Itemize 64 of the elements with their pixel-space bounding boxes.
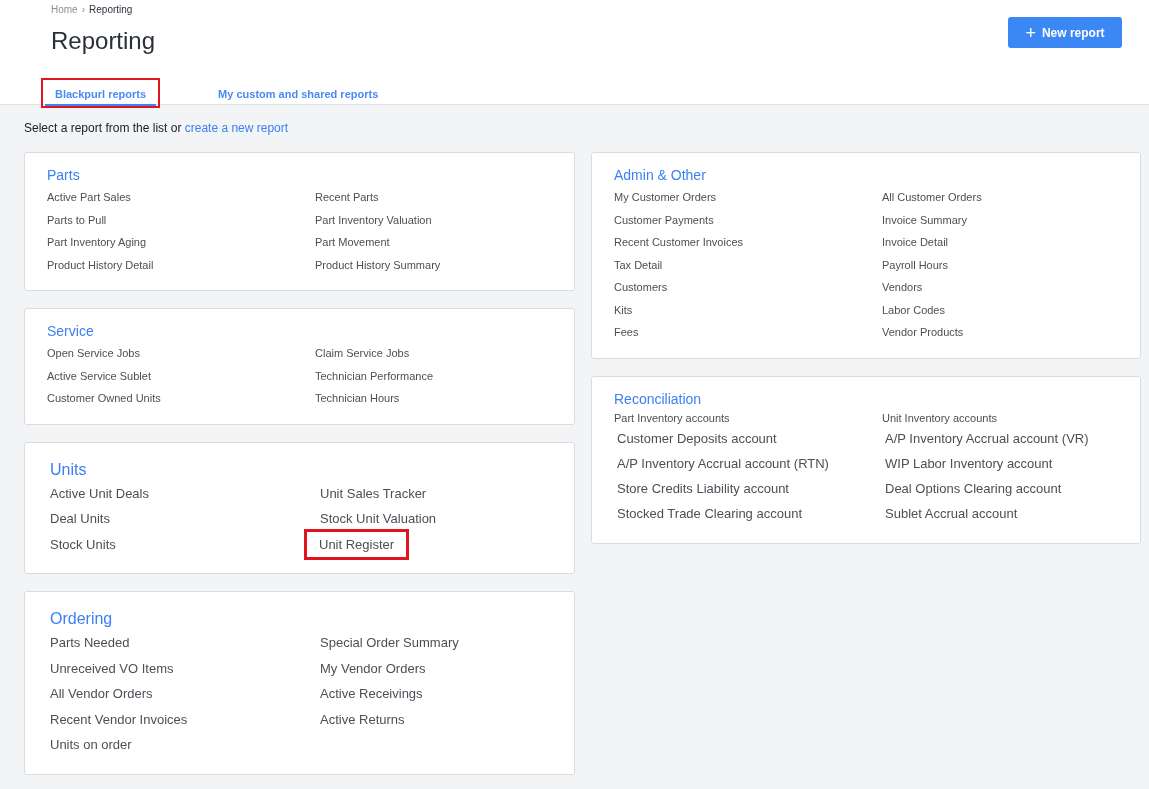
card-title: Parts (47, 167, 81, 183)
report-link[interactable]: My Customer Orders (614, 186, 717, 209)
card-title: Units (50, 460, 88, 479)
report-link[interactable]: All Vendor Orders (50, 681, 153, 707)
report-link[interactable]: Technician Performance (315, 364, 433, 387)
report-link[interactable]: Technician Hours (315, 387, 400, 410)
report-link[interactable]: Parts to Pull (47, 208, 107, 231)
report-link[interactable]: Vendors (882, 276, 923, 299)
report-link[interactable]: Claim Service Jobs (315, 342, 410, 365)
report-link[interactable]: Open Service Jobs (47, 342, 140, 365)
report-link[interactable]: Customer Owned Units (47, 387, 161, 410)
report-link[interactable]: Fees (614, 321, 639, 344)
report-link[interactable]: Active Part Sales (47, 186, 131, 209)
report-link[interactable]: Vendor Products (882, 321, 964, 344)
report-link[interactable]: Special Order Summary (320, 630, 459, 656)
report-link[interactable]: Deal Options Clearing account (882, 476, 1062, 502)
report-link[interactable]: Active Returns (320, 706, 405, 732)
report-link[interactable]: Units on order (50, 732, 132, 758)
report-link[interactable]: Kits (614, 298, 633, 321)
report-link[interactable]: Stock Unit Valuation (320, 506, 437, 532)
report-link[interactable]: Unreceived VO Items (50, 655, 174, 681)
card-title: Reconciliation (614, 390, 703, 407)
report-link[interactable]: My Vendor Orders (320, 655, 426, 681)
report-link[interactable]: Recent Customer Invoices (614, 231, 743, 254)
report-link[interactable]: Unit Sales Tracker (320, 480, 427, 506)
group-heading: Unit Inventory accounts (882, 410, 997, 426)
report-link[interactable]: Payroll Hours (882, 253, 949, 276)
breadcrumb-current: Reporting (89, 4, 133, 15)
report-link[interactable]: Product History Detail (47, 253, 154, 276)
report-link[interactable]: Product History Summary (315, 253, 441, 276)
report-link[interactable]: Stocked Trade Clearing account (614, 501, 802, 527)
report-link[interactable]: Recent Vendor Invoices (50, 706, 188, 732)
report-link[interactable]: Invoice Summary (882, 208, 967, 231)
report-link[interactable]: Labor Codes (882, 298, 945, 321)
report-link[interactable]: A/P Inventory Accrual account (VR) (882, 425, 1089, 451)
report-link[interactable]: Customer Deposits account (614, 425, 777, 451)
report-link[interactable]: Part Inventory Aging (47, 231, 147, 254)
report-link[interactable]: Invoice Detail (882, 231, 949, 254)
page-title: Reporting (51, 27, 156, 55)
intro-text: Select a report from the list or create a new report (24, 121, 290, 135)
report-link[interactable]: WIP Labor Inventory account (882, 450, 1053, 477)
report-link[interactable]: Active Service Sublet (47, 364, 151, 387)
report-link[interactable]: Customers (614, 276, 668, 299)
create-report-link[interactable]: create a new report (184, 121, 289, 135)
report-link[interactable]: Customer Payments (614, 208, 714, 231)
report-link[interactable]: A/P Inventory Accrual account (RTN) (614, 450, 829, 477)
report-link[interactable]: Part Inventory Valuation (315, 208, 432, 231)
card-title: Admin & Other (614, 167, 707, 183)
report-link[interactable]: Active Receivings (320, 681, 423, 707)
breadcrumb-separator: › (81, 4, 86, 15)
report-link[interactable]: Active Unit Deals (50, 480, 149, 506)
report-link[interactable]: Unit Register (307, 531, 407, 557)
group-heading: Part Inventory accounts (614, 410, 730, 426)
report-link[interactable]: All Customer Orders (882, 186, 982, 209)
report-link[interactable]: Stock Units (50, 531, 116, 557)
report-link[interactable]: Sublet Accrual account (882, 501, 1018, 527)
report-link[interactable]: Store Credits Liability account (614, 476, 789, 502)
report-link[interactable]: Recent Parts (315, 186, 379, 209)
card-title: Ordering (50, 610, 114, 628)
report-link[interactable]: Deal Units (50, 506, 110, 532)
card-title: Service (47, 323, 95, 339)
report-link[interactable]: Parts Needed (50, 630, 130, 656)
report-link[interactable]: Tax Detail (614, 253, 663, 276)
report-link[interactable]: Part Movement (315, 231, 390, 254)
